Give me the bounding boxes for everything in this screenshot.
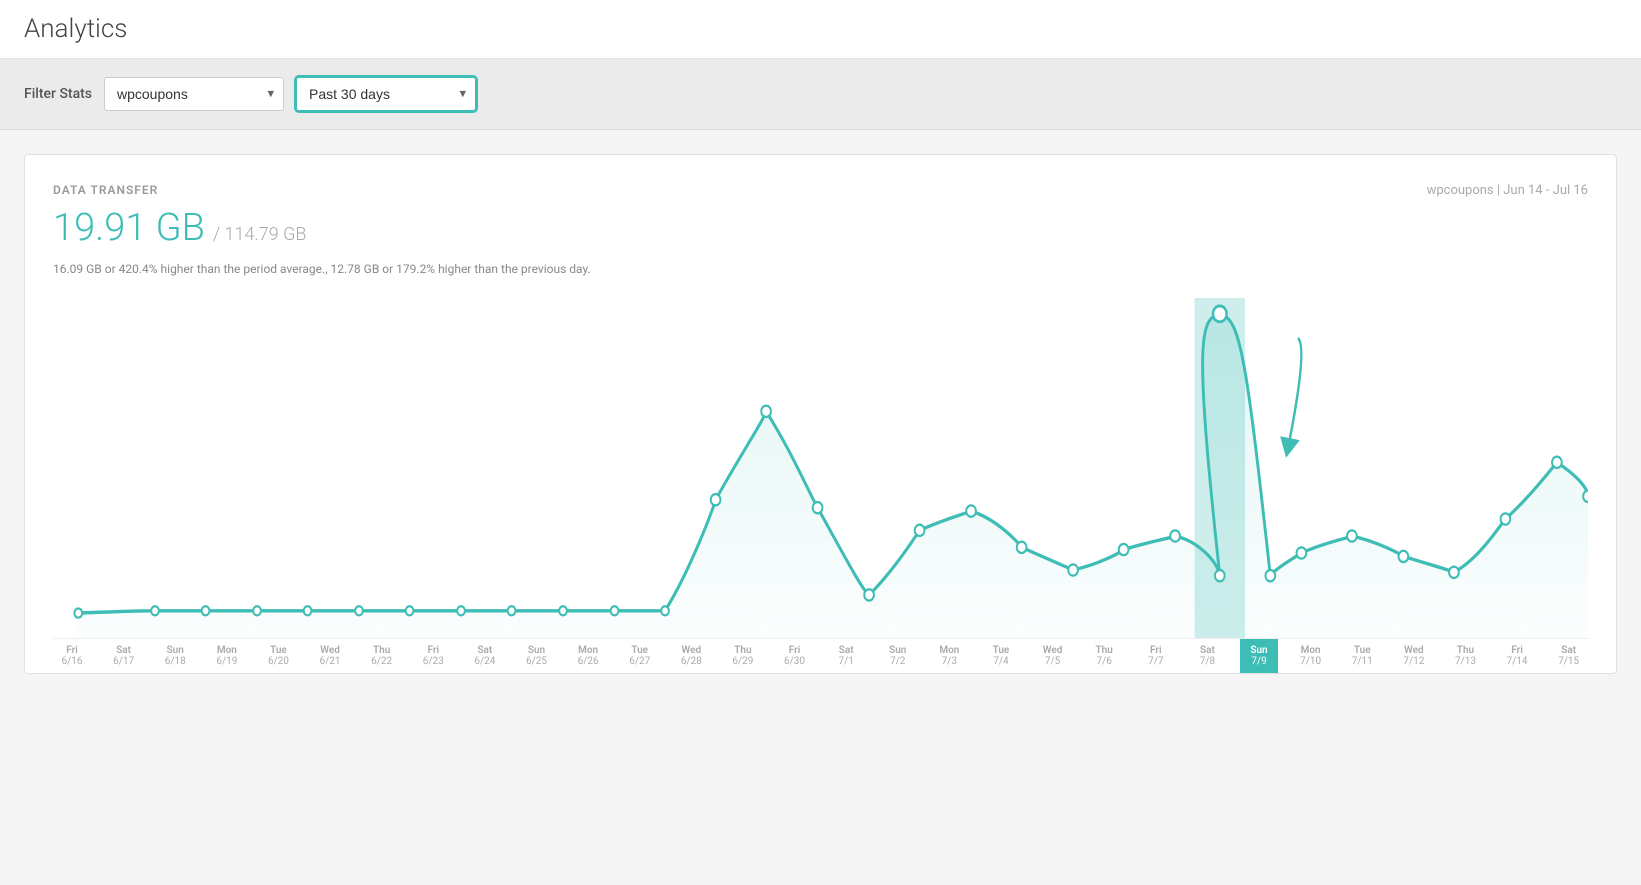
date-tick: Fri7/7: [1137, 639, 1175, 673]
date-tick: Sat6/24: [466, 639, 504, 673]
filter-label: Filter Stats: [24, 86, 92, 102]
date-tick: Wed7/5: [1034, 639, 1072, 673]
date-tick: Thu7/13: [1446, 639, 1484, 673]
date-tick: Sun7/9: [1240, 639, 1278, 673]
card-header: DATA TRANSFER wpcoupons | Jun 14 - Jul 1…: [53, 183, 1588, 198]
current-value: 19.91 GB: [53, 206, 205, 250]
date-tick: Sat6/17: [105, 639, 143, 673]
chart-range: wpcoupons | Jun 14 - Jul 16: [1427, 183, 1588, 198]
date-tick: Thu6/29: [724, 639, 762, 673]
date-tick: Tue7/11: [1343, 639, 1381, 673]
main-content: DATA TRANSFER wpcoupons | Jun 14 - Jul 1…: [0, 130, 1641, 698]
date-tick: Fri7/14: [1498, 639, 1536, 673]
chart-card: DATA TRANSFER wpcoupons | Jun 14 - Jul 1…: [24, 154, 1617, 674]
date-tick: Thu7/6: [1085, 639, 1123, 673]
date-tick: Tue6/27: [621, 639, 659, 673]
site-select-wrapper: wpcoupons: [104, 77, 284, 111]
date-tick: Sun7/2: [879, 639, 917, 673]
chart-title: DATA TRANSFER: [53, 183, 158, 197]
period-select-wrapper: Past 30 days Past 7 days Past 90 days Th…: [296, 77, 476, 111]
date-tick: Wed7/12: [1395, 639, 1433, 673]
date-tick: Fri6/23: [414, 639, 452, 673]
data-summary: 16.09 GB or 420.4% higher than the perio…: [53, 260, 1588, 278]
date-tick: Mon6/26: [569, 639, 607, 673]
date-tick: Mon7/3: [930, 639, 968, 673]
date-tick: Sun6/25: [517, 639, 555, 673]
date-tick: Sat7/1: [827, 639, 865, 673]
date-tick: Mon7/10: [1292, 639, 1330, 673]
date-tick: Thu6/22: [363, 639, 401, 673]
date-tick: Wed6/21: [311, 639, 349, 673]
total-value: / 114.79 GB: [213, 224, 307, 245]
date-tick: Mon6/19: [208, 639, 246, 673]
date-tick: Sat7/8: [1188, 639, 1226, 673]
date-tick: Wed6/28: [672, 639, 710, 673]
date-axis: Fri6/16 Sat6/17 Sun6/18 Mon6/19 Tue6/20 Wed6/…: [53, 638, 1588, 673]
data-value-row: 19.91 GB / 114.79 GB: [53, 206, 1588, 250]
line-chart: [53, 298, 1588, 638]
date-tick: Tue6/20: [259, 639, 297, 673]
page-title: Analytics: [24, 14, 1617, 44]
filter-bar: Filter Stats wpcoupons Past 30 days Past…: [0, 59, 1641, 130]
date-tick: Fri6/16: [53, 639, 91, 673]
page-title-bar: Analytics: [0, 0, 1641, 59]
date-tick: Tue7/4: [982, 639, 1020, 673]
date-tick: Sun6/18: [156, 639, 194, 673]
period-select[interactable]: Past 30 days Past 7 days Past 90 days Th…: [296, 77, 476, 111]
site-select[interactable]: wpcoupons: [104, 77, 284, 111]
date-tick: Sat7/15: [1550, 639, 1588, 673]
date-tick: Fri6/30: [776, 639, 814, 673]
chart-area: [53, 298, 1588, 638]
